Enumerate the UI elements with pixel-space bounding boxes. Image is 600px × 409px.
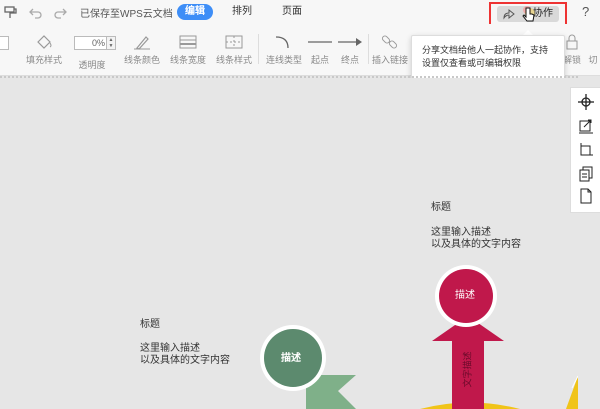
line-width-tool[interactable]: 线条宽度 xyxy=(166,34,210,66)
transparency-stepper[interactable]: ▲ ▼ xyxy=(106,36,116,50)
page-icon[interactable] xyxy=(578,188,594,204)
tooltip-line-1: 分享文档给他人一起协作，支持 xyxy=(422,45,549,55)
left-block-title[interactable]: 标题 xyxy=(140,318,160,331)
crimson-circle-label[interactable]: 描述 xyxy=(455,289,475,302)
line-style-label: 线条样式 xyxy=(215,55,252,65)
collaborate-button-highlight: 协作 xyxy=(489,2,567,26)
tooltip-line-2: 设置仅查看或可编辑权限 xyxy=(422,58,522,68)
yellow-edge-shape[interactable] xyxy=(566,376,578,409)
collaborate-label: 协作 xyxy=(533,8,553,19)
paint-bucket-icon xyxy=(37,35,52,49)
tab-page[interactable]: 页面 xyxy=(277,4,307,20)
start-point-tool[interactable]: 起点 xyxy=(306,34,334,66)
right-side-panel xyxy=(570,87,600,213)
help-icon[interactable]: ? xyxy=(582,4,589,19)
end-point-label: 终点 xyxy=(340,55,359,65)
line-color-label: 线条颜色 xyxy=(123,55,160,65)
insert-link-tool[interactable]: 插入链接 xyxy=(370,34,410,66)
pen-icon xyxy=(134,36,150,50)
transparency-input[interactable]: 0% xyxy=(74,36,108,50)
share-icon xyxy=(503,8,515,20)
partial-input[interactable] xyxy=(0,36,9,50)
format-painter-icon[interactable] xyxy=(2,4,18,20)
left-block-desc-2[interactable]: 以及具体的文字内容 xyxy=(140,354,230,367)
line-width-label: 线条宽度 xyxy=(169,55,206,65)
green-circle-label[interactable]: 描述 xyxy=(281,352,301,365)
redo-icon[interactable] xyxy=(52,4,68,20)
right-block-title[interactable]: 标题 xyxy=(431,201,451,214)
line-style-tool[interactable]: 线条样式 xyxy=(212,34,256,66)
connector-type-label: 连线类型 xyxy=(265,55,302,65)
connector-curve-icon xyxy=(275,36,289,49)
start-point-label: 起点 xyxy=(310,55,329,65)
crosshair-icon[interactable] xyxy=(578,94,594,110)
undo-icon[interactable] xyxy=(28,4,44,20)
line-width-icon xyxy=(179,35,197,49)
collaborate-button[interactable]: 协作 xyxy=(497,6,559,22)
unlock-label: 解锁 xyxy=(562,55,581,65)
transparency-label: 透明度 xyxy=(78,60,106,70)
cut-tool[interactable]: 切 xyxy=(586,53,600,66)
tab-edit[interactable]: 编辑 xyxy=(177,4,213,20)
transparency-tool: 透明度 xyxy=(72,58,112,71)
arrow-vertical-label[interactable]: 文字描述 xyxy=(462,335,475,405)
link-icon xyxy=(381,35,398,49)
divider xyxy=(258,34,259,64)
resize-icon[interactable] xyxy=(578,118,594,134)
drawing-canvas[interactable]: 标题 这里输入描述 以及具体的文字内容 描述 标题 这里输入描述 以及具体的文字… xyxy=(0,78,578,409)
line-color-tool[interactable]: 线条颜色 xyxy=(120,34,164,66)
line-start-icon xyxy=(308,41,332,43)
divider xyxy=(368,34,369,64)
cut-label: 切 xyxy=(588,55,598,65)
line-style-icon xyxy=(225,35,243,49)
tab-arrange[interactable]: 排列 xyxy=(227,4,257,20)
right-block-desc-2[interactable]: 以及具体的文字内容 xyxy=(431,238,521,251)
saved-status: 已保存至WPS云文档 xyxy=(80,9,173,20)
fill-style-label: 填充样式 xyxy=(25,55,62,65)
arrow-end-icon xyxy=(338,38,362,46)
fill-style-tool[interactable]: 填充样式 xyxy=(22,34,66,66)
top-bar: 已保存至WPS云文档 编辑 排列 页面 协作 ? xyxy=(0,0,600,26)
insert-link-label: 插入链接 xyxy=(371,55,408,65)
crop-icon[interactable] xyxy=(578,142,594,158)
connector-type-tool[interactable]: 连线类型 xyxy=(262,34,306,66)
end-point-tool[interactable]: 终点 xyxy=(336,34,364,66)
copy-icon[interactable] xyxy=(578,166,594,182)
